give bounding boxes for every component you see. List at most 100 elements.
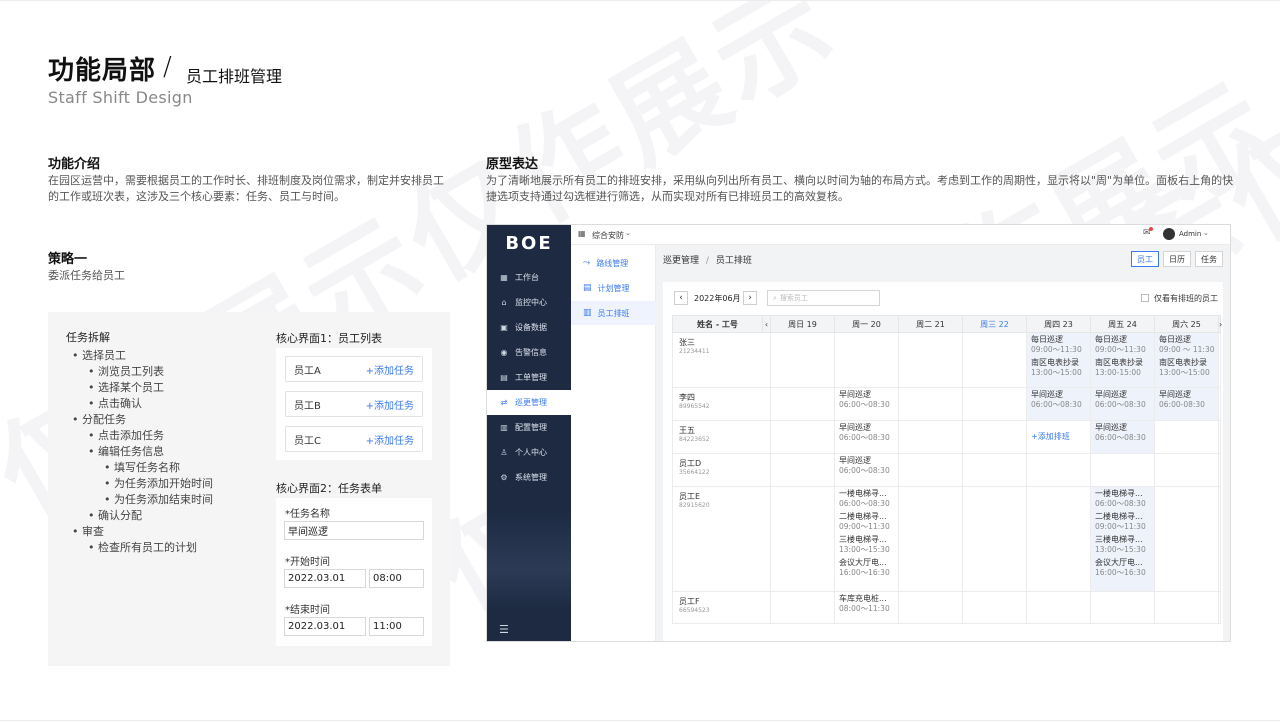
tab-employee[interactable]: 员工 <box>1131 251 1159 267</box>
add-shift-link[interactable]: +添加排班 <box>1031 431 1086 442</box>
shift-cell[interactable]: 一楼电梯寻... 06:00～08:30 二楼电梯寻... 09:00～11:30 三楼… <box>1090 486 1155 592</box>
shift-entry[interactable]: 每日巡逻 09:00～11:30 <box>1031 335 1086 355</box>
shift-entry[interactable]: 每日巡逻 09:00 ～ 11:30 <box>1159 335 1215 355</box>
sidebar-item-work-order[interactable]: ▤ 工单管理 <box>487 365 571 390</box>
tab-calendar[interactable]: 日历 <box>1163 251 1191 267</box>
shift-cell[interactable] <box>770 591 835 624</box>
shift-entry[interactable]: 南区电表抄录 13:00～15:00 <box>1159 358 1214 378</box>
shift-cell[interactable]: 每日巡逻 09:00～11:30 南区电表抄录 13:00～15:00 <box>1026 332 1091 388</box>
shift-cell[interactable] <box>770 420 835 454</box>
shift-entry[interactable]: 早间巡逻 06:00～08:30 <box>839 456 894 476</box>
shift-entry[interactable]: 每日巡逻 09:00～11:30 <box>1095 335 1150 355</box>
shift-cell[interactable]: 早间巡逻 06:00～08:30 <box>834 387 899 421</box>
shift-entry[interactable]: 早间巡逻 06:00～08:30 <box>1095 423 1150 443</box>
shift-cell[interactable] <box>1154 420 1219 454</box>
shift-cell[interactable] <box>962 387 1027 421</box>
shift-entry[interactable]: 一楼电梯寻... 06:00～08:30 <box>1095 489 1150 509</box>
end-date-input[interactable]: 2022.03.01 <box>284 617 366 636</box>
start-time-input[interactable]: 08:00 <box>369 569 424 588</box>
shift-cell[interactable]: 早间巡逻 06:00～08:30 <box>834 453 899 487</box>
shift-cell[interactable] <box>1154 453 1219 487</box>
shift-cell[interactable]: 一楼电梯寻... 06:00～08:30 二楼电梯寻... 09:00～11:30 三楼… <box>834 486 899 592</box>
shift-cell[interactable] <box>770 332 835 388</box>
shift-cell[interactable] <box>770 486 835 592</box>
shift-entry[interactable]: 早间巡逻 06:00～08:30 <box>1095 390 1150 410</box>
shift-entry[interactable]: 二楼电梯寻... 09:00～11:30 <box>839 512 894 532</box>
shift-cell[interactable] <box>770 387 835 421</box>
task-name-input[interactable]: 早间巡逻 <box>284 521 424 540</box>
add-task-link[interactable]: +添加任务 <box>366 397 414 412</box>
shift-cell[interactable] <box>1090 591 1155 624</box>
shift-cell[interactable]: 早间巡逻 06:00～08:30 <box>1090 387 1155 421</box>
next-month-button[interactable]: › <box>743 291 757 305</box>
shift-entry[interactable]: 车库充电桩... 08:00～11:30 <box>839 594 894 614</box>
employee-row[interactable]: 员工B +添加任务 <box>285 391 423 417</box>
chevron-down-icon[interactable]: ⌄ <box>625 229 631 237</box>
sidebar-item-patrol[interactable]: ⇄ 巡更管理 <box>487 390 571 415</box>
shift-cell[interactable] <box>1026 591 1091 624</box>
shift-entry[interactable]: 会议大厅电... 16:00～16:30 <box>1095 558 1150 578</box>
shift-cell[interactable] <box>1026 453 1091 487</box>
shift-cell[interactable] <box>898 486 963 592</box>
shift-cell[interactable] <box>1154 591 1219 624</box>
shift-entry[interactable]: 一楼电梯寻... 06:00～08:30 <box>839 489 894 509</box>
add-task-link[interactable]: +添加任务 <box>366 362 414 377</box>
sidebar-item-config[interactable]: ▥ 配置管理 <box>487 415 571 440</box>
subnav-item-route[interactable]: ⤳ 路线管理 <box>571 251 656 275</box>
shift-cell[interactable]: 每日巡逻 09:00 ～ 11:30 南区电表抄录 13:00～15:00 <box>1154 332 1219 388</box>
shift-cell[interactable] <box>1090 453 1155 487</box>
tab-task[interactable]: 任务 <box>1195 251 1223 267</box>
prev-month-button[interactable]: ‹ <box>674 291 688 305</box>
shift-cell[interactable]: 早间巡逻 06:00～08:30 <box>1026 387 1091 421</box>
filter-checkbox[interactable] <box>1141 294 1149 302</box>
avatar[interactable] <box>1163 228 1175 240</box>
scroll-left-icon[interactable]: ‹ <box>762 315 771 333</box>
shift-cell[interactable]: +添加排班 <box>1026 420 1091 454</box>
shift-cell[interactable] <box>1154 486 1219 592</box>
subnav-item-shift[interactable]: ▥ 员工排班 <box>571 301 656 325</box>
shift-cell[interactable]: 早间巡逻 06:00～08:30 <box>834 420 899 454</box>
shift-cell[interactable] <box>770 453 835 487</box>
shift-cell[interactable] <box>834 332 899 388</box>
shift-cell[interactable]: 早间巡逻 06:00-08:30 <box>1154 387 1219 421</box>
shift-entry[interactable]: 三楼电梯寻... 13:00～15:30 <box>839 535 894 555</box>
shift-entry[interactable]: 南区电表抄录 13:00-15:00 <box>1095 358 1150 378</box>
shift-entry[interactable]: 南区电表抄录 13:00～15:00 <box>1031 358 1086 378</box>
employee-row[interactable]: 员工A +添加任务 <box>285 356 423 382</box>
subnav-item-plan[interactable]: ▤ 计划管理 <box>571 276 656 300</box>
user-name[interactable]: Admin <box>1179 230 1201 238</box>
sidebar-item-alarm[interactable]: ◉ 告警信息 <box>487 340 571 365</box>
shift-entry[interactable]: 早间巡逻 06:00～08:30 <box>1031 390 1086 410</box>
add-task-link[interactable]: +添加任务 <box>366 432 414 447</box>
sidebar-item-personal[interactable]: ♙ 个人中心 <box>487 440 571 465</box>
shift-cell[interactable] <box>962 486 1027 592</box>
menu-icon[interactable]: ☰ <box>499 623 509 636</box>
shift-cell[interactable] <box>898 387 963 421</box>
shift-cell[interactable] <box>962 332 1027 388</box>
shift-cell[interactable] <box>962 420 1027 454</box>
start-date-input[interactable]: 2022.03.01 <box>284 569 366 588</box>
shift-cell[interactable] <box>898 453 963 487</box>
end-time-input[interactable]: 11:00 <box>369 617 424 636</box>
shift-cell[interactable] <box>898 420 963 454</box>
employee-row[interactable]: 员工C +添加任务 <box>285 426 423 452</box>
sidebar-item-system[interactable]: ⚙ 系统管理 <box>487 465 571 490</box>
sidebar-item-workbench[interactable]: ▦ 工作台 <box>487 265 571 290</box>
search-input[interactable]: ⌕ 搜索员工 <box>767 290 880 306</box>
workspace-switcher[interactable]: 综合安防 <box>592 230 624 241</box>
shift-entry[interactable]: 三楼电梯寻... 13:00～15:30 <box>1095 535 1150 555</box>
shift-entry[interactable]: 早间巡逻 06:00-08:30 <box>1159 390 1214 410</box>
shift-cell[interactable] <box>898 591 963 624</box>
shift-cell[interactable] <box>898 332 963 388</box>
shift-entry[interactable]: 二楼电梯寻... 09:00～11:30 <box>1095 512 1150 532</box>
shift-entry[interactable]: 会议大厅电... 16:00～16:30 <box>839 558 894 578</box>
shift-cell[interactable]: 车库充电桩... 08:00～11:30 <box>834 591 899 624</box>
sidebar-item-device-data[interactable]: ▣ 设备数据 <box>487 315 571 340</box>
shift-cell[interactable]: 早间巡逻 06:00～08:30 <box>1090 420 1155 454</box>
shift-entry[interactable]: 早间巡逻 06:00～08:30 <box>839 423 894 443</box>
chevron-down-icon[interactable]: ⌄ <box>1203 229 1209 237</box>
sidebar-item-monitor[interactable]: ⌂ 监控中心 <box>487 290 571 315</box>
shift-cell[interactable] <box>1026 486 1091 592</box>
shift-cell[interactable] <box>962 453 1027 487</box>
scroll-right-icon[interactable]: › <box>1218 315 1222 333</box>
